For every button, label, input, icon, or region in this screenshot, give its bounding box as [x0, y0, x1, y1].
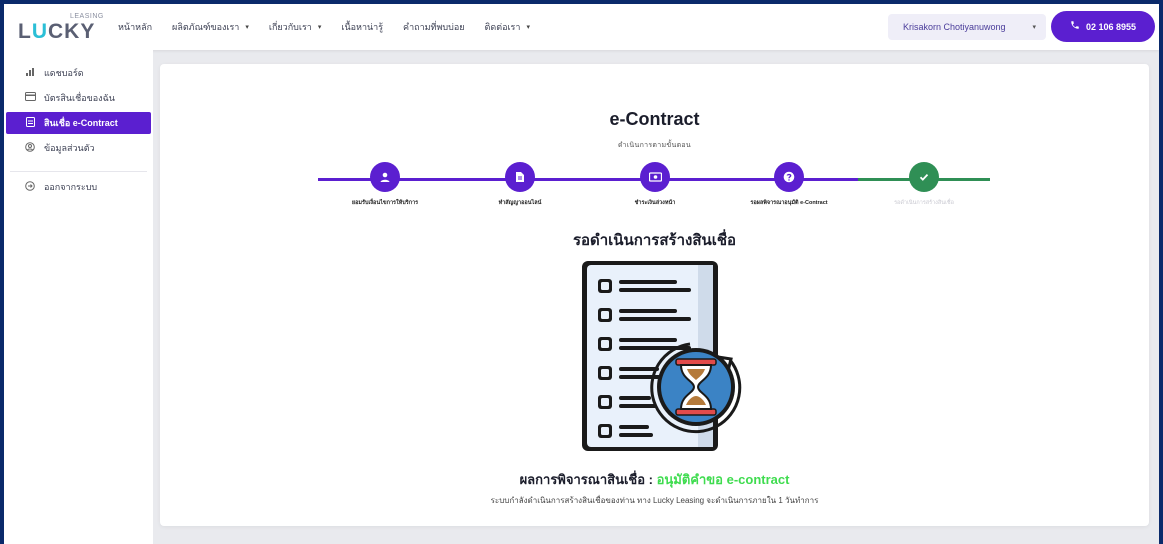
user-menu[interactable]: Krisakorn Chotiyanuwong ▾: [888, 14, 1046, 40]
step-4-label: รอผลพิจารณาอนุมัติ e-Contract: [750, 200, 828, 206]
nav-item-5[interactable]: ติดต่อเรา ▾: [485, 20, 530, 34]
nav-item-label: เกี่ยวกับเรา: [268, 22, 312, 32]
nav-item-4[interactable]: คำถามที่พบบ่อย: [403, 20, 464, 34]
nav-menu: หน้าหลัก ผลิตภัณฑ์ของเรา ▾ เกี่ยวกับเรา ▾ เนื…: [118, 20, 550, 34]
page-title: e-Contract: [609, 109, 700, 129]
pending-checklist-hourglass-illustration: [582, 261, 742, 451]
step-5-label: รอดำเนินการสร้างสินเชื่อ: [894, 200, 954, 206]
step-2-file-icon: [505, 162, 535, 192]
result-line: ผลการพิจารณาสินเชื่อ : อนุมัติคำขอ e-con…: [160, 469, 1149, 490]
step-4-question-icon: [774, 162, 804, 192]
phone-number: 02 106 8955: [1085, 21, 1137, 32]
app-frame: LEASING LUCKY หน้าหลัก ผลิตภัณฑ์ของเรา ▾ เก…: [4, 4, 1159, 544]
sidebar-item-label: สินเชื่อ e-Contract: [44, 118, 118, 128]
logout-icon: [24, 180, 36, 194]
nav-item-label: หน้าหลัก: [118, 22, 153, 32]
sidebar-divider: [10, 171, 147, 172]
brand-subword: LEASING: [70, 13, 104, 20]
result-prefix: ผลการพิจารณาสินเชื่อ :: [519, 472, 657, 487]
nav-item-label: คำถามที่พบบ่อย: [403, 22, 465, 32]
card-icon: [24, 92, 36, 104]
nav-item-label: ติดต่อเรา: [484, 22, 521, 32]
sidebar-item-econtract[interactable]: สินเชื่อ e-Contract: [6, 112, 151, 134]
status-title: รอดำเนินการสร้างสินเชื่อ: [572, 232, 737, 249]
chevron-down-icon: ▾: [317, 24, 322, 31]
nav-item-2[interactable]: เกี่ยวกับเรา ▾: [269, 20, 322, 34]
chevron-down-icon: ▾: [526, 24, 530, 31]
phone-icon: [1070, 20, 1080, 33]
step-1-user-icon: [370, 162, 400, 192]
sidebar: แดชบอร์ด บัตรสินเชื่อของฉัน สินเชื่อ e-C…: [4, 50, 153, 544]
sidebar-item-label: ข้อมูลส่วนตัว: [44, 143, 95, 153]
brand-word: LUCKY: [18, 20, 96, 43]
step-5-check-icon: [909, 162, 939, 192]
step-1-label: ยอมรับเงื่อนไขการให้บริการ: [351, 200, 419, 206]
brand-logo[interactable]: LEASING LUCKY: [16, 4, 112, 50]
step-3-money-icon: [640, 162, 670, 192]
sidebar-item-label: บัตรสินเชื่อของฉัน: [44, 93, 115, 103]
nav-item-1[interactable]: ผลิตภัณฑ์ของเรา ▾: [172, 20, 249, 34]
step-3-label: ชำระเงินล่วงหน้า: [634, 200, 676, 206]
document-icon: [24, 116, 36, 130]
user-circle-icon: [24, 141, 36, 155]
step-2-label: ทำสัญญาออนไลน์: [498, 200, 542, 206]
chart-icon: [24, 67, 36, 80]
nav-item-label: ผลิตภัณฑ์ของเรา: [172, 22, 240, 32]
nav-item-0[interactable]: หน้าหลัก: [118, 20, 152, 34]
sidebar-item-profile[interactable]: ข้อมูลส่วนตัว: [6, 137, 151, 159]
result-value: อนุมัติคำขอ e-contract: [656, 472, 790, 487]
sidebar-item-logout[interactable]: ออกจากระบบ: [6, 176, 151, 198]
processing-note: ระบบกำลังดำเนินการสร้างสินเชื่อของท่าน ท…: [490, 496, 819, 505]
top-navbar: LEASING LUCKY หน้าหลัก ผลิตภัณฑ์ของเรา ▾ เก…: [4, 4, 1159, 50]
sidebar-item-label: แดชบอร์ด: [44, 68, 84, 78]
sidebar-item-dashboard[interactable]: แดชบอร์ด: [6, 62, 151, 84]
nav-item-label: เนื้อหาน่ารู้: [341, 22, 384, 32]
user-name: Krisakorn Chotiyanuwong: [903, 22, 1006, 32]
sidebar-item-my-card[interactable]: บัตรสินเชื่อของฉัน: [6, 87, 151, 109]
nav-item-3[interactable]: เนื้อหาน่ารู้: [341, 20, 383, 34]
sidebar-item-label: ออกจากระบบ: [44, 182, 98, 192]
page-subtitle: ดำเนินการตามขั้นตอน: [617, 142, 692, 149]
chevron-down-icon: ▾: [1032, 24, 1036, 31]
phone-button[interactable]: 02 106 8955: [1051, 11, 1155, 42]
econtract-card: e-Contract ดำเนินการตามขั้นตอน ยอมรับเงื…: [160, 64, 1149, 526]
chevron-down-icon: ▾: [245, 24, 249, 31]
